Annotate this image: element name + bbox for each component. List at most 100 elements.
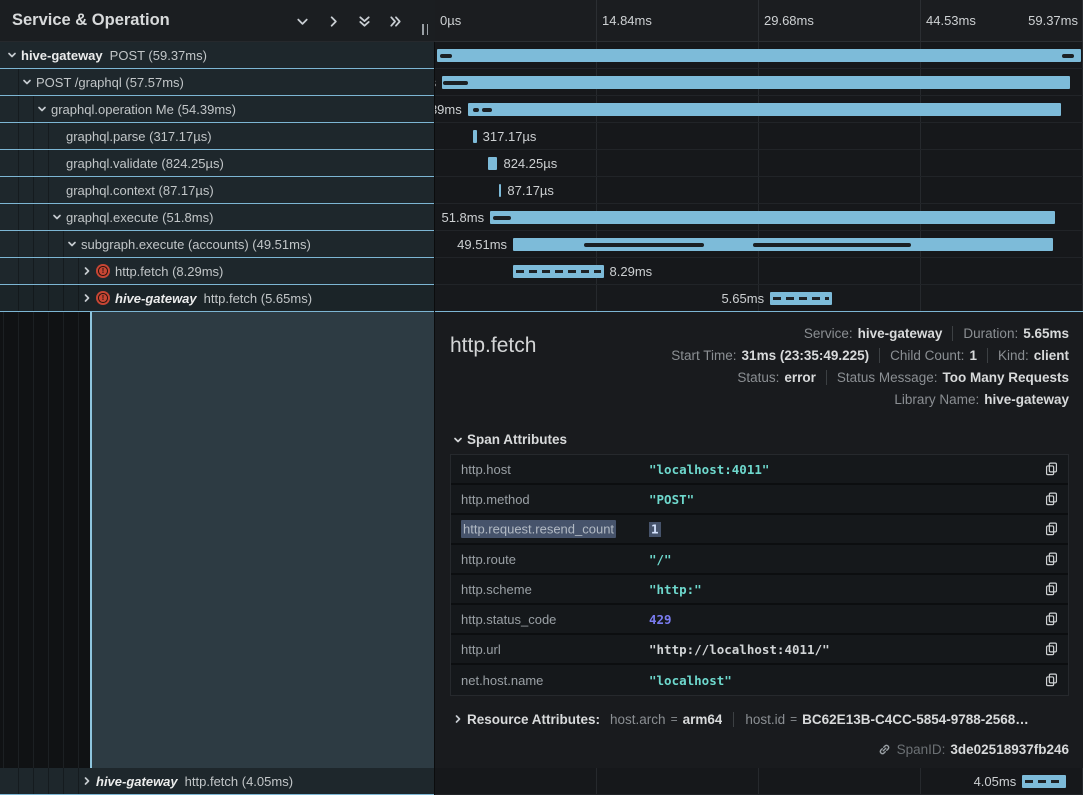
chevron-down-icon[interactable] — [37, 104, 47, 114]
resource-divider — [733, 712, 734, 727]
span-attributes-title: Span Attributes — [467, 432, 567, 447]
resource-key: host.arch — [610, 712, 666, 727]
chevron-down-icon[interactable] — [22, 77, 32, 87]
span-row[interactable]: graphql.context (87.17µs) 87.17µs — [0, 177, 1083, 204]
span-row-label-cell[interactable]: graphql.operation Me (54.39ms) — [0, 96, 434, 123]
link-icon[interactable] — [877, 742, 892, 757]
span-duration-bar[interactable] — [488, 157, 497, 170]
chevron-right-icon[interactable] — [52, 131, 62, 141]
span-row-label-cell[interactable]: graphql.validate (824.25µs) — [0, 150, 434, 177]
chevron-right-icon[interactable] — [52, 158, 62, 168]
span-operation-name: graphql.context (87.17µs) — [66, 183, 214, 198]
copy-icon[interactable] — [1042, 520, 1060, 538]
span-id-label: SpanID: — [897, 742, 946, 757]
span-timeline-cell[interactable]: 4.05ms — [435, 768, 1083, 795]
span-timeline-cell[interactable]: 317.17µs — [435, 123, 1083, 150]
span-timeline-cell[interactable]: 51.8ms — [435, 204, 1083, 231]
chevron-down-icon[interactable] — [7, 50, 17, 60]
span-duration-bar[interactable] — [513, 265, 603, 278]
attribute-row[interactable]: http.route"/" — [451, 545, 1068, 575]
resource-attributes-row[interactable]: Resource Attributes: host.arch=arm64host… — [453, 708, 1069, 730]
bar-duration-label: 8.29ms — [610, 264, 653, 279]
span-row[interactable]: hive-gatewayhttp.fetch (4.05ms)4.05ms — [0, 768, 1083, 795]
span-row[interactable]: subgraph.execute (accounts) (49.51ms)49.… — [0, 231, 1083, 258]
span-row[interactable]: !http.fetch (8.29ms) 8.29ms — [0, 258, 1083, 285]
span-duration-bar[interactable] — [513, 238, 1053, 251]
span-row-label-cell[interactable]: subgraph.execute (accounts) (49.51ms) — [0, 231, 434, 258]
span-duration-bar[interactable] — [1022, 775, 1066, 788]
span-row-label-cell[interactable]: graphql.parse (317.17µs) — [0, 123, 434, 150]
span-detail-header: http.fetch Service:hive-gatewayDuration:… — [450, 325, 1069, 408]
span-meta-line: Library Name:hive-gateway — [894, 391, 1069, 408]
attribute-row[interactable]: http.status_code429 — [451, 605, 1068, 635]
copy-icon[interactable] — [1042, 640, 1060, 658]
resource-value: arm64 — [683, 712, 723, 727]
span-row-label-cell[interactable]: !http.fetch (8.29ms) — [0, 258, 434, 285]
span-row-label-cell[interactable]: !hive-gatewayhttp.fetch (5.65ms) — [0, 285, 434, 312]
span-timeline-cell[interactable]: 49.51ms — [435, 231, 1083, 258]
span-duration-bar[interactable] — [468, 103, 1062, 116]
meta-value: hive-gateway — [858, 326, 943, 341]
span-row[interactable]: graphql.operation Me (54.39ms) 54.39ms — [0, 96, 1083, 123]
copy-icon[interactable] — [1042, 671, 1060, 689]
chevron-right-icon[interactable] — [82, 776, 92, 786]
attribute-key-text: http.scheme — [461, 582, 532, 597]
span-row-label-cell[interactable]: POST /graphql (57.57ms) — [0, 69, 434, 96]
span-row[interactable]: graphql.parse (317.17µs) 317.17µs — [0, 123, 1083, 150]
span-duration-bar[interactable] — [437, 49, 1081, 62]
span-row[interactable]: POST /graphql (57.57ms)57.57ms — [0, 69, 1083, 96]
span-row[interactable]: hive-gatewayPOST (59.37ms) — [0, 42, 1083, 69]
span-operation-name: graphql.operation Me (54.39ms) — [51, 102, 236, 117]
span-row[interactable]: graphql.validate (824.25µs)824.25µs — [0, 150, 1083, 177]
chevron-right-icon[interactable] — [82, 266, 92, 276]
tree-header-title: Service & Operation — [12, 11, 170, 30]
copy-icon[interactable] — [1042, 460, 1060, 478]
span-operation-name: graphql.parse (317.17µs) — [66, 129, 212, 144]
child-span-mark — [1025, 780, 1063, 783]
span-row-label-cell[interactable]: hive-gatewayhttp.fetch (4.05ms) — [0, 768, 434, 795]
span-row[interactable]: !hive-gatewayhttp.fetch (5.65ms)5.65ms — [0, 285, 1083, 312]
attribute-key: http.scheme — [461, 582, 649, 597]
span-row-label-cell[interactable]: graphql.context (87.17µs) — [0, 177, 434, 204]
panel-resize-handle[interactable] — [422, 24, 430, 35]
chevron-down-icon[interactable] — [52, 212, 62, 222]
attribute-row[interactable]: http.host"localhost:4011" — [451, 455, 1068, 485]
chevron-right-icon[interactable] — [325, 13, 341, 29]
attribute-row[interactable]: net.host.name"localhost" — [451, 665, 1068, 695]
span-row[interactable]: graphql.execute (51.8ms)51.8ms — [0, 204, 1083, 231]
chevrons-down-icon[interactable] — [356, 13, 372, 29]
header: Service & Operation 0µs14.84ms29.68ms44.… — [0, 0, 1083, 42]
span-timeline-cell[interactable]: 5.65ms — [435, 285, 1083, 312]
span-timeline-cell[interactable]: 57.57ms — [435, 69, 1083, 96]
span-duration-bar[interactable] — [473, 130, 476, 143]
bar-duration-label: 49.51ms — [435, 237, 507, 252]
span-duration-bar[interactable] — [770, 292, 832, 305]
attribute-key-text: http.url — [461, 642, 501, 657]
chevron-down-icon[interactable] — [67, 239, 77, 249]
copy-icon[interactable] — [1042, 550, 1060, 568]
attribute-row[interactable]: http.method"POST" — [451, 485, 1068, 515]
copy-icon[interactable] — [1042, 490, 1060, 508]
span-duration-bar[interactable] — [442, 76, 1070, 89]
chevron-right-icon[interactable] — [52, 185, 62, 195]
attribute-row[interactable]: http.scheme"http:" — [451, 575, 1068, 605]
span-timeline-cell[interactable]: 8.29ms — [435, 258, 1083, 285]
copy-icon[interactable] — [1042, 610, 1060, 628]
attribute-row[interactable]: http.url"http://localhost:4011/" — [451, 635, 1068, 665]
span-row-label-cell[interactable]: graphql.execute (51.8ms) — [0, 204, 434, 231]
span-duration-bar[interactable] — [499, 184, 501, 197]
attribute-key: http.host — [461, 462, 649, 477]
span-duration-bar[interactable] — [490, 211, 1055, 224]
span-timeline-cell[interactable]: 54.39ms — [435, 96, 1083, 123]
attribute-row[interactable]: http.request.resend_count1 — [451, 515, 1068, 545]
span-timeline-cell[interactable] — [435, 42, 1083, 69]
span-timeline-cell[interactable]: 87.17µs — [435, 177, 1083, 204]
span-timeline-cell[interactable]: 824.25µs — [435, 150, 1083, 177]
chevron-down-icon[interactable] — [294, 13, 310, 29]
meta-value: 1 — [969, 348, 977, 363]
span-attributes-header[interactable]: Span Attributes — [453, 432, 1069, 447]
chevrons-right-icon[interactable] — [387, 13, 403, 29]
span-row-label-cell[interactable]: hive-gatewayPOST (59.37ms) — [0, 42, 434, 69]
chevron-right-icon[interactable] — [82, 293, 92, 303]
copy-icon[interactable] — [1042, 580, 1060, 598]
